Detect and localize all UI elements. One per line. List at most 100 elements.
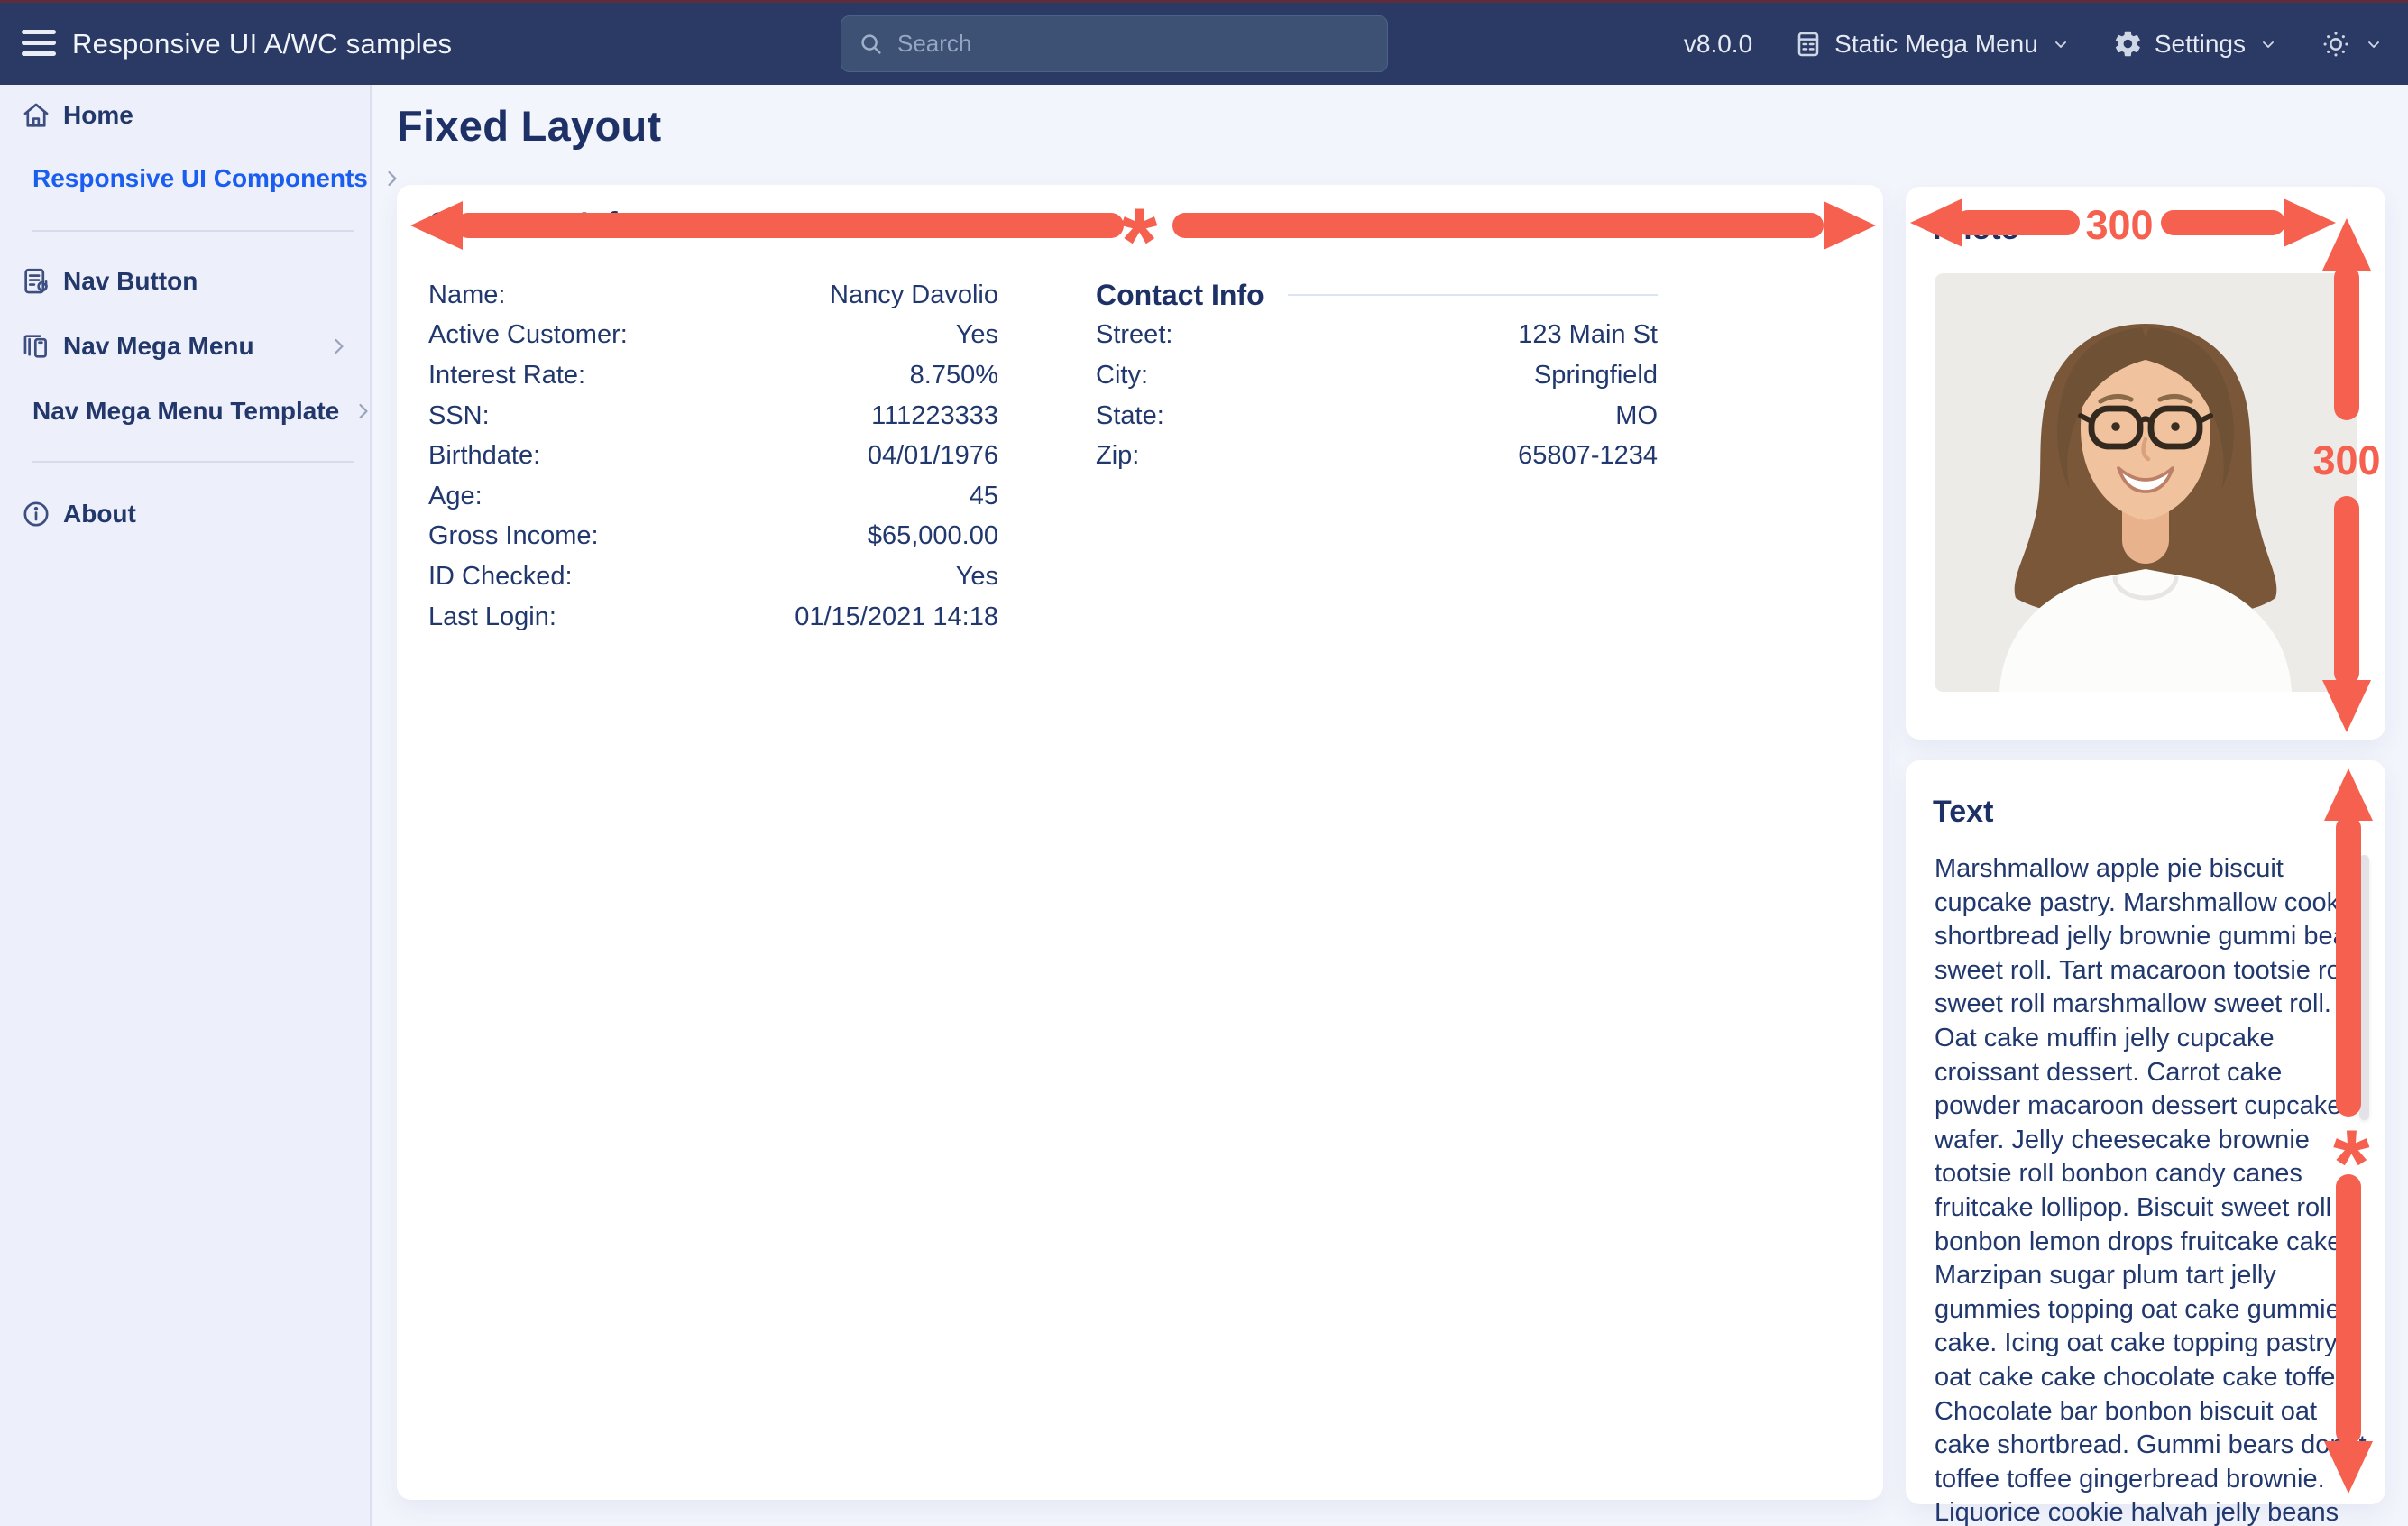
sidebar-item-home[interactable]: Home	[0, 90, 372, 141]
sidebar-item-label: Home	[63, 101, 133, 130]
app-title: Responsive UI A/WC samples	[72, 3, 452, 85]
chevron-right-icon	[351, 399, 376, 424]
customer-photo	[1935, 273, 2357, 692]
sidebar-item-label: Nav Mega Menu	[63, 332, 254, 361]
window-top-edge	[0, 0, 2408, 3]
field-value: 111223333	[871, 401, 998, 431]
settings-button[interactable]: Settings	[2113, 29, 2279, 59]
field-value: Yes	[956, 320, 998, 350]
search-icon	[858, 31, 885, 58]
field-label: SSN:	[428, 401, 490, 431]
app-root: Responsive UI A/WC samples v8.0.0	[0, 0, 2408, 1526]
photo-height-arrow-bottom-head	[2322, 680, 2371, 732]
field-row: State: MO	[1096, 396, 1658, 437]
settings-label: Settings	[2155, 30, 2246, 59]
field-label: Gross Income:	[428, 521, 599, 551]
portrait-illustration	[1935, 273, 2357, 692]
field-row: SSN: 111223333	[428, 396, 998, 437]
text-height-arrow-top-body	[2336, 815, 2361, 1117]
topbar-right-cluster: v8.0.0 Static Mega Menu	[1684, 3, 2385, 85]
contact-fields: Contact Info Street: 123 Main St City: Spr…	[1096, 275, 1658, 476]
contact-info-header: Contact Info	[1096, 275, 1658, 316]
photo-height-arrow-bottom-body	[2334, 496, 2359, 685]
flex-height-asterisk: *	[2333, 1117, 2369, 1210]
chevron-down-icon	[2363, 33, 2385, 55]
sidebar-item-nav-button[interactable]: Nav Button	[0, 256, 372, 307]
theme-switcher-button[interactable]	[2321, 29, 2385, 60]
field-row: Age: 45	[428, 476, 998, 517]
customer-info-card: Customer Info Name:Nancy Davolio Active …	[397, 185, 1883, 1500]
field-label: City:	[1096, 361, 1148, 391]
document-action-icon	[21, 266, 51, 297]
field-value: Springfield	[1534, 361, 1658, 391]
field-row: Street: 123 Main St	[1096, 316, 1658, 356]
text-card-body: Marshmallow apple pie biscuit cupcake pa…	[1935, 852, 2369, 1526]
photo-width-arrow-left-body	[1955, 210, 2080, 235]
photo-height-arrow-top-body	[2334, 265, 2359, 420]
field-row: Birthdate:04/01/1976	[428, 436, 998, 476]
field-value: Nancy Davolio	[830, 280, 998, 310]
field-row: Name: Nancy Davolio	[428, 275, 998, 316]
panels-icon	[21, 331, 51, 362]
photo-height-label: 300	[2305, 437, 2388, 484]
search-box[interactable]	[841, 15, 1388, 72]
sidebar-divider	[32, 461, 354, 463]
chevron-down-icon	[2050, 33, 2072, 55]
field-label: ID Checked:	[428, 562, 573, 592]
sidebar-item-label: Responsive UI Components	[32, 164, 368, 193]
field-row: Active Customer:Yes	[428, 316, 998, 356]
text-card-title: Text	[1933, 795, 1993, 830]
width-arrow-left-body	[455, 213, 1124, 238]
field-value: 8.750%	[910, 361, 998, 391]
photo-width-label: 300	[2078, 202, 2161, 249]
sun-icon	[2321, 29, 2351, 60]
text-height-arrow-bottom-head	[2324, 1441, 2373, 1494]
field-row: Gross Income: $65,000.00	[428, 517, 998, 557]
field-label: Zip:	[1096, 441, 1139, 471]
info-icon	[21, 499, 51, 529]
width-arrow-right-body	[1172, 213, 1824, 238]
field-label: Street:	[1096, 320, 1172, 350]
customer-fields: Name: Nancy Davolio Active Customer:Yes I…	[428, 275, 998, 637]
field-row: City: Springfield	[1096, 355, 1658, 396]
field-label: Interest Rate:	[428, 361, 585, 391]
chevron-right-icon	[380, 166, 405, 191]
chevron-down-icon	[2257, 33, 2279, 55]
field-row: Interest Rate: 8.750%	[428, 355, 998, 396]
photo-height-arrow-top-head	[2322, 218, 2371, 271]
field-value: $65,000.00	[868, 521, 998, 551]
text-card: Text Marshmallow apple pie biscuit cupca…	[1906, 760, 2385, 1504]
chevron-right-icon	[326, 334, 352, 359]
field-value: MO	[1615, 401, 1658, 431]
field-label: Name:	[428, 280, 505, 310]
field-label: Last Login:	[428, 602, 556, 632]
version-label: v8.0.0	[1684, 30, 1752, 59]
field-value: 123 Main St	[1518, 320, 1658, 350]
field-row: Zip: 65807-1234	[1096, 436, 1658, 476]
mega-menu-label: Static Mega Menu	[1834, 30, 2038, 59]
sidebar-nav: Home Responsive UI Components Nav Button	[0, 85, 372, 1526]
hamburger-menu-icon[interactable]	[22, 30, 58, 59]
sidebar-item-nav-mega-menu-template[interactable]: Nav Mega Menu Template	[0, 386, 372, 437]
contact-header-rule	[1288, 294, 1658, 296]
photo-width-arrow-right-body	[2161, 210, 2285, 235]
mega-menu-button[interactable]: Static Mega Menu	[1794, 30, 2072, 59]
sidebar-item-nav-mega-menu[interactable]: Nav Mega Menu	[0, 321, 372, 372]
sidebar-item-responsive-ui-components[interactable]: Responsive UI Components	[0, 153, 372, 204]
field-value: Yes	[956, 562, 998, 592]
field-value: 01/15/2021 14:18	[795, 602, 998, 632]
field-value: 65807-1234	[1518, 441, 1658, 471]
width-arrow-right-head	[1824, 201, 1876, 250]
text-height-arrow-top-head	[2324, 768, 2373, 821]
sidebar-divider	[32, 230, 354, 232]
field-row: ID Checked: Yes	[428, 556, 998, 597]
field-label: Age:	[428, 482, 483, 511]
search-input[interactable]	[897, 30, 1371, 58]
sidebar-item-label: About	[63, 500, 136, 529]
mega-menu-icon	[1794, 30, 1823, 59]
flex-width-asterisk: *	[1121, 195, 1157, 289]
field-label: State:	[1096, 401, 1164, 431]
top-app-bar: Responsive UI A/WC samples v8.0.0	[0, 3, 2408, 85]
field-value: 45	[970, 482, 998, 511]
sidebar-item-about[interactable]: About	[0, 489, 372, 539]
